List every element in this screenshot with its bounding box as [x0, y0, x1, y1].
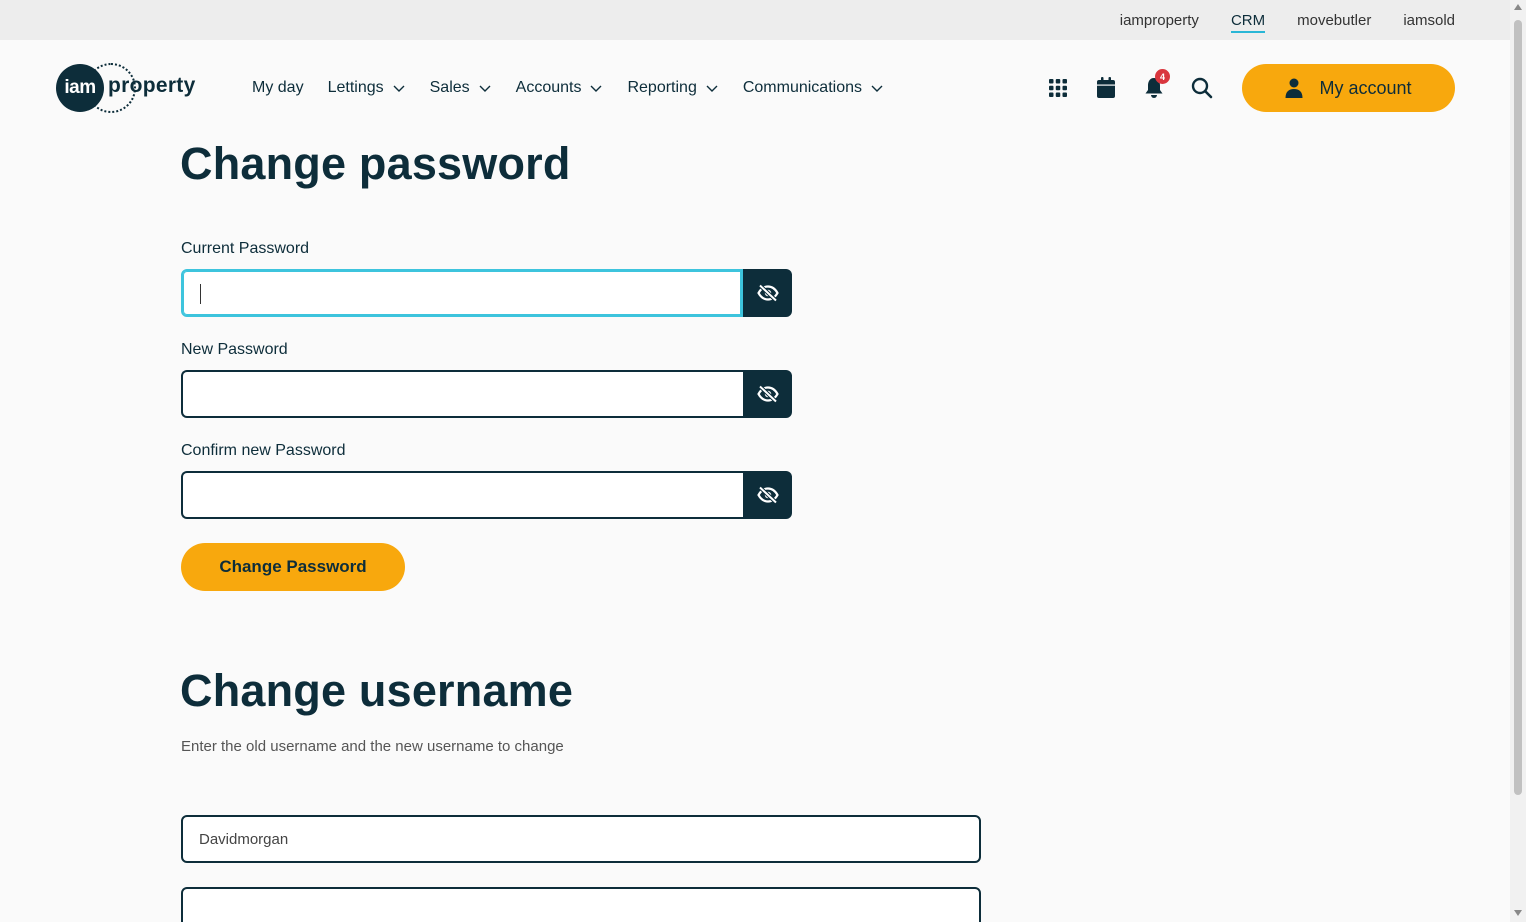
confirm-password-field: [181, 471, 792, 519]
page-scrollbar[interactable]: [1510, 0, 1526, 922]
calendar-button[interactable]: [1092, 74, 1120, 102]
link-movebutler[interactable]: movebutler: [1297, 12, 1371, 29]
toggle-confirm-password-visibility[interactable]: [743, 471, 792, 519]
calendar-icon: [1097, 77, 1115, 98]
iamproperty-logo[interactable]: iam property: [56, 63, 201, 113]
apps-button[interactable]: [1044, 74, 1072, 102]
scrollbar-thumb[interactable]: [1514, 20, 1522, 795]
chevron-down-icon: [590, 85, 602, 92]
top-utility-bar: iamproperty CRM movebutler iamsold: [0, 0, 1510, 40]
new-password-field: [181, 370, 792, 418]
nav-item-lettings[interactable]: Lettings: [328, 79, 406, 97]
link-iamproperty[interactable]: iamproperty: [1120, 12, 1199, 29]
old-username-input[interactable]: Davidmorgan: [181, 815, 981, 863]
nav-label: Reporting: [627, 79, 697, 96]
main-nav: My day Lettings Sales Accounts Reporting…: [252, 40, 908, 136]
confirm-password-input[interactable]: [181, 471, 743, 519]
eye-slash-icon: [756, 284, 779, 302]
change-password-title: Change password: [180, 138, 571, 189]
search-icon: [1191, 77, 1213, 99]
current-password-label: Current Password: [181, 240, 310, 257]
chevron-down-icon: [871, 85, 883, 92]
eye-slash-icon: [756, 385, 779, 403]
notification-count-badge: 4: [1155, 69, 1170, 84]
link-crm[interactable]: CRM: [1230, 12, 1266, 33]
search-button[interactable]: [1188, 74, 1216, 102]
change-password-button[interactable]: Change Password: [181, 543, 405, 591]
nav-label: Lettings: [327, 79, 384, 96]
text-caret: [200, 284, 201, 304]
nav-label: Sales: [429, 79, 470, 96]
current-password-input[interactable]: [181, 269, 743, 317]
my-account-label: My account: [1319, 77, 1412, 98]
scroll-down-arrow[interactable]: [1514, 910, 1522, 916]
notifications-button[interactable]: 4: [1140, 69, 1170, 102]
nav-label: Accounts: [515, 79, 582, 96]
logo-word: property: [108, 74, 196, 97]
nav-item-reporting[interactable]: Reporting: [627, 79, 718, 97]
change-username-description: Enter the old username and the new usern…: [181, 738, 564, 755]
chevron-down-icon: [479, 85, 491, 92]
product-switcher: iamproperty CRM movebutler iamsold: [1120, 0, 1455, 40]
scroll-up-arrow[interactable]: [1514, 4, 1522, 10]
new-password-input[interactable]: [181, 370, 743, 418]
nav-item-sales[interactable]: Sales: [430, 79, 492, 97]
nav-label: Communications: [742, 79, 862, 96]
main-header: iam property My day Lettings Sales Accou…: [0, 40, 1510, 136]
eye-slash-icon: [756, 486, 779, 504]
toggle-new-password-visibility[interactable]: [743, 370, 792, 418]
my-account-button[interactable]: My account: [1242, 64, 1455, 112]
nav-item-my-day[interactable]: My day: [252, 79, 304, 97]
chevron-down-icon: [393, 85, 405, 92]
toggle-current-password-visibility[interactable]: [743, 269, 792, 317]
change-username-title: Change username: [180, 665, 574, 716]
current-password-field: [181, 269, 792, 317]
confirm-password-label: Confirm new Password: [181, 442, 346, 459]
grid-icon: [1049, 79, 1067, 97]
nav-item-accounts[interactable]: Accounts: [516, 79, 604, 97]
nav-label: My day: [252, 79, 304, 96]
user-icon: [1285, 78, 1303, 98]
nav-item-communications[interactable]: Communications: [743, 79, 884, 97]
logo-circle: iam: [56, 64, 104, 112]
link-iamsold[interactable]: iamsold: [1403, 12, 1455, 29]
new-username-input[interactable]: [181, 887, 981, 922]
new-password-label: New Password: [181, 341, 288, 358]
chevron-down-icon: [706, 85, 718, 92]
